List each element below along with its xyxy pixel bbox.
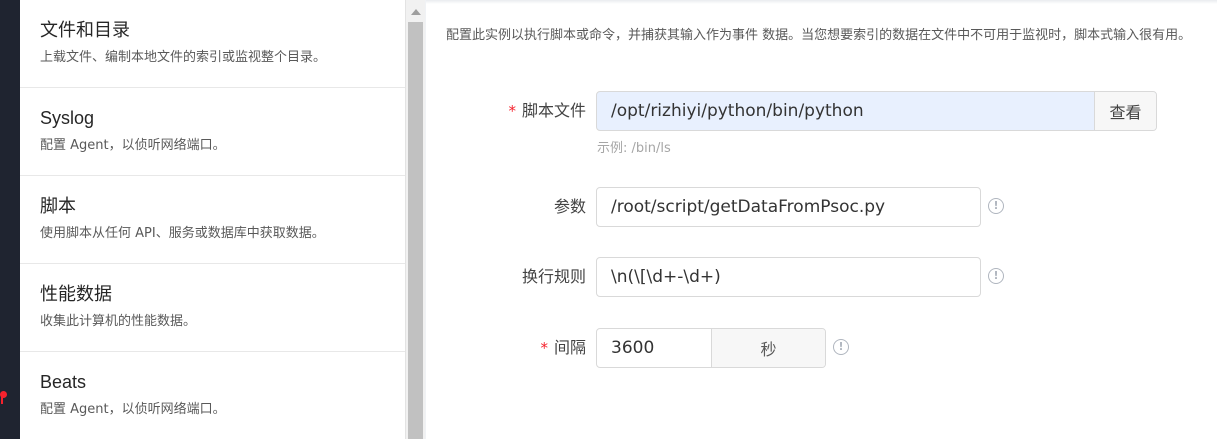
list-item-title: 性能数据 (40, 284, 112, 304)
script-file-input[interactable]: /opt/rizhiyi/python/bin/python (597, 101, 1094, 121)
script-input-form: 配置此实例以执行脚本或命令，并捕获其输入作为事件 数据。当您想要索引的数据在文件… (426, 0, 1217, 439)
list-item-script[interactable]: 脚本 使用脚本从任何 API、服务或数据库中获取数据。 (20, 176, 405, 264)
list-item-desc: 配置 Agent，以侦听网络端口。 (40, 402, 226, 417)
split-rule-label: 换行规则 (426, 267, 586, 287)
label-text: 换行规则 (521, 267, 586, 286)
scroll-up-arrow-icon[interactable] (411, 9, 421, 15)
list-item-beats[interactable]: Beats 配置 Agent，以侦听网络端口。 (20, 352, 405, 439)
top-divider (426, 0, 1217, 4)
browse-button[interactable]: 查看 (1094, 92, 1156, 130)
list-item-title: 文件和目录 (40, 20, 130, 40)
list-scrollbar[interactable] (405, 0, 425, 439)
required-mark: * (540, 339, 548, 357)
label-text: 间隔 (553, 338, 586, 357)
input-type-list: 文件和目录 上载文件、编制本地文件的索引或监视整个目录。 Syslog 配置 A… (20, 0, 405, 439)
label-text: 脚本文件 (521, 101, 586, 120)
list-item-syslog[interactable]: Syslog 配置 Agent，以侦听网络端口。 (20, 88, 405, 176)
list-item-desc: 收集此计算机的性能数据。 (40, 314, 197, 329)
notification-pin-icon[interactable] (0, 391, 7, 404)
list-item-desc: 上载文件、编制本地文件的索引或监视整个目录。 (40, 50, 327, 65)
list-item-performance[interactable]: 性能数据 收集此计算机的性能数据。 (20, 264, 405, 352)
list-item-file-directory[interactable]: 文件和目录 上载文件、编制本地文件的索引或监视整个目录。 (20, 0, 405, 88)
script-file-label: * 脚本文件 (426, 101, 586, 121)
split-rule-info-icon[interactable]: ! (988, 268, 1004, 284)
args-input[interactable]: /root/script/getDataFromPsoc.py (596, 187, 981, 227)
interval-input[interactable]: 3600 (597, 329, 712, 367)
list-item-desc: 配置 Agent，以侦听网络端口。 (40, 138, 226, 153)
interval-label: * 间隔 (426, 338, 586, 358)
required-mark: * (508, 102, 516, 120)
interval-field: 3600 秒 (596, 328, 826, 368)
interval-info-icon[interactable]: ! (833, 339, 849, 355)
form-intro: 配置此实例以执行脚本或命令，并捕获其输入作为事件 数据。当您想要索引的数据在文件… (446, 28, 1192, 43)
app-root: 文件和目录 上载文件、编制本地文件的索引或监视整个目录。 Syslog 配置 A… (0, 0, 1217, 439)
scroll-thumb[interactable] (408, 22, 423, 439)
script-file-field: /opt/rizhiyi/python/bin/python 查看 (596, 91, 1157, 131)
args-label: 参数 (426, 197, 586, 217)
list-item-desc: 使用脚本从任何 API、服务或数据库中获取数据。 (40, 226, 325, 241)
list-item-title: 脚本 (40, 196, 76, 216)
interval-unit-select[interactable]: 秒 (712, 329, 825, 367)
nav-rail (0, 0, 20, 439)
args-info-icon[interactable]: ! (988, 198, 1004, 214)
split-rule-input[interactable]: \n(\[\d+-\d+) (596, 257, 981, 297)
list-item-title: Beats (40, 372, 87, 392)
script-file-hint: 示例: /bin/ls (597, 141, 671, 156)
label-text: 参数 (553, 197, 586, 216)
list-item-title: Syslog (40, 108, 95, 128)
